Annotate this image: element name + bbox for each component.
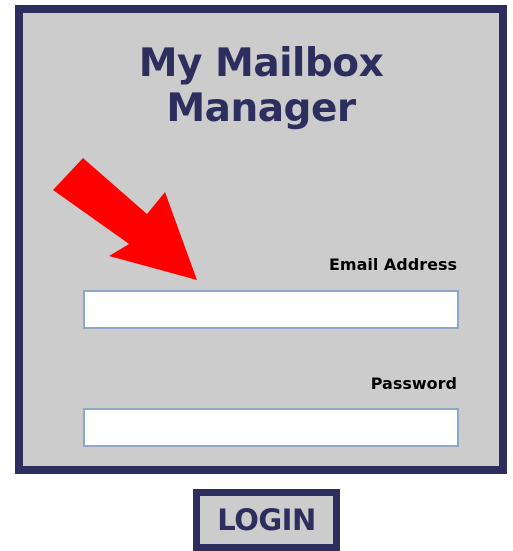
password-field[interactable] [83, 408, 459, 447]
app-title: My Mailbox Manager [23, 41, 499, 131]
login-panel: My Mailbox Manager Email Address Passwor… [15, 5, 507, 474]
password-label: Password [370, 374, 457, 393]
app-title-line-1: My Mailbox [138, 41, 384, 86]
email-label: Email Address [328, 255, 457, 274]
email-field[interactable] [83, 290, 459, 329]
app-title-line-2: Manager [166, 86, 356, 131]
red-arrow-icon [53, 158, 197, 280]
login-button[interactable]: LOGIN [193, 489, 340, 551]
